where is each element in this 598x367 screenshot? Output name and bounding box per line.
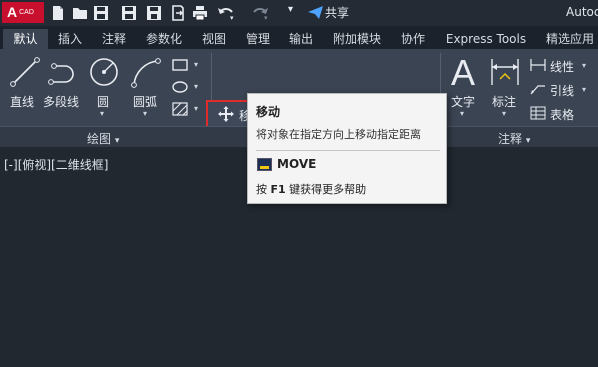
title-bar: A CAD ▾ ▾ ▾ 共享 Autoc: [0, 0, 598, 26]
annotation-panel-label: 注释: [498, 132, 523, 146]
autocad-window: A CAD ▾ ▾ ▾ 共享 Autoc 默认 插入 注释 参数化 视图 管理 输…: [0, 0, 598, 367]
save-icon[interactable]: [93, 5, 109, 21]
tab-output[interactable]: 输出: [283, 29, 319, 49]
leader-label[interactable]: 引线: [550, 82, 574, 99]
tab-collaborate[interactable]: 协作: [395, 29, 431, 49]
share-icon: [308, 6, 323, 19]
new-file-icon[interactable]: [50, 5, 66, 21]
tooltip-divider: [256, 150, 440, 151]
dimension-dropdown-icon[interactable]: ▾: [502, 109, 506, 118]
tab-addins[interactable]: 附加模块: [326, 29, 388, 49]
hatch-icon[interactable]: [171, 101, 191, 117]
share-label: 共享: [325, 6, 350, 20]
leader-icon[interactable]: [530, 82, 546, 96]
viewport-controls[interactable]: [-][俯视][二维线框]: [4, 156, 108, 173]
print-icon[interactable]: [192, 5, 208, 21]
text-dropdown-icon[interactable]: ▾: [460, 109, 464, 118]
window-title: Autoc: [566, 5, 598, 19]
logo-sub: CAD: [19, 9, 34, 16]
rectangle-dropdown-icon[interactable]: ▾: [194, 60, 198, 69]
annotation-panel-expand-icon: ▾: [525, 136, 531, 146]
polyline-icon[interactable]: [46, 55, 80, 89]
linear-dropdown-icon[interactable]: ▾: [582, 61, 586, 70]
polyline-label[interactable]: 多段线: [43, 93, 79, 110]
line-icon[interactable]: [8, 55, 42, 89]
tooltip-title: 移动: [256, 105, 281, 119]
linear-dimension-icon[interactable]: [530, 58, 546, 72]
tooltip-command: MOVE: [277, 157, 317, 171]
circle-icon[interactable]: [87, 55, 121, 89]
arc-icon[interactable]: [129, 55, 163, 89]
redo-icon[interactable]: ▾: [250, 5, 270, 21]
move-icon[interactable]: [218, 106, 234, 122]
arc-dropdown-icon[interactable]: ▾: [143, 109, 147, 118]
tab-manage[interactable]: 管理: [240, 29, 276, 49]
ellipse-icon[interactable]: [171, 79, 191, 95]
tab-default[interactable]: 默认: [3, 29, 48, 49]
tab-featured-apps[interactable]: 精选应用: [540, 29, 598, 49]
tooltip-description: 将对象在指定方向上移动指定距离: [256, 128, 421, 141]
draw-panel-label: 绘图: [87, 132, 112, 146]
open-folder-icon[interactable]: [72, 5, 88, 21]
text-label[interactable]: 文字: [451, 93, 475, 110]
tab-annotate[interactable]: 注释: [96, 29, 132, 49]
command-icon: [257, 158, 272, 171]
tab-view[interactable]: 视图: [196, 29, 232, 49]
circle-dropdown-icon[interactable]: ▾: [100, 109, 104, 118]
save-cloud-icon[interactable]: [121, 5, 137, 21]
draw-panel-title[interactable]: 绘图 ▾: [87, 130, 119, 147]
move-tooltip: 移动 将对象在指定方向上移动指定距离 MOVE 按 F1 键获得更多帮助: [247, 93, 447, 204]
draw-panel-expand-icon: ▾: [114, 136, 120, 146]
help-prefix: 按: [256, 183, 271, 196]
dimension-label[interactable]: 标注: [492, 93, 516, 110]
svg-text:▾: ▾: [230, 14, 234, 21]
tooltip-help: 按 F1 键获得更多帮助: [256, 181, 366, 197]
table-icon[interactable]: [530, 106, 546, 120]
table-label[interactable]: 表格: [550, 106, 574, 123]
help-suffix: 键获得更多帮助: [285, 183, 367, 196]
ribbon-tabs: 默认 插入 注释 参数化 视图 管理 输出 附加模块 协作 Express To…: [0, 26, 598, 49]
annotation-panel-title[interactable]: 注释 ▾: [498, 130, 530, 147]
tab-parametric[interactable]: 参数化: [140, 29, 188, 49]
arc-label[interactable]: 圆弧: [133, 93, 157, 110]
text-icon[interactable]: A: [449, 53, 479, 91]
line-label[interactable]: 直线: [10, 93, 34, 110]
share-button[interactable]: 共享: [308, 4, 349, 21]
rectangle-icon[interactable]: [171, 57, 191, 73]
save-as-icon[interactable]: [146, 5, 162, 21]
ellipse-dropdown-icon[interactable]: ▾: [194, 82, 198, 91]
app-menu-button[interactable]: A CAD: [2, 2, 44, 23]
linear-label[interactable]: 线性: [550, 58, 574, 75]
svg-text:A: A: [451, 53, 475, 91]
qat-customize-icon[interactable]: ▾: [288, 4, 304, 20]
export-icon[interactable]: [170, 5, 186, 21]
help-key: F1: [270, 183, 286, 196]
circle-label[interactable]: 圆: [97, 93, 109, 110]
leader-dropdown-icon[interactable]: ▾: [582, 85, 586, 94]
hatch-dropdown-icon[interactable]: ▾: [194, 104, 198, 113]
tab-express-tools[interactable]: Express Tools: [440, 29, 532, 49]
tab-insert[interactable]: 插入: [52, 29, 88, 49]
logo-letter: A: [7, 4, 18, 20]
svg-text:▾: ▾: [264, 14, 268, 21]
undo-icon[interactable]: ▾: [216, 5, 236, 21]
dimension-icon[interactable]: [488, 55, 522, 89]
